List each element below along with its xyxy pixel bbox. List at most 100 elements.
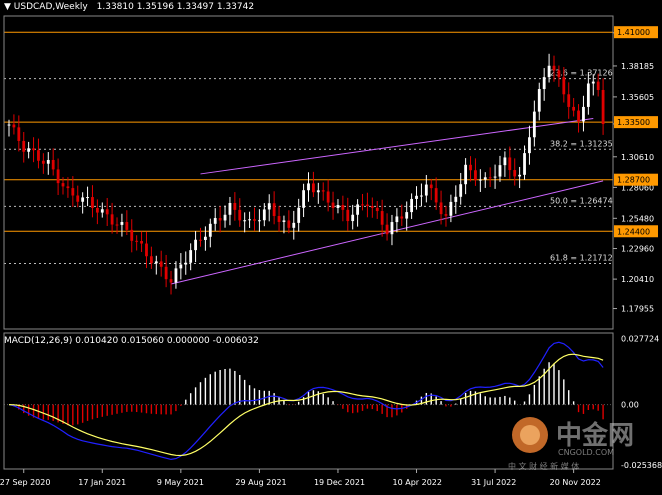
watermark-url: CNGOLD.COM xyxy=(558,448,615,457)
watermark-brand: 中金网 xyxy=(556,421,635,451)
candle-body xyxy=(434,188,438,203)
candle-body xyxy=(488,177,492,179)
candle-body xyxy=(32,148,35,151)
level-tag-label: 1.28700 xyxy=(617,176,650,185)
candle-body xyxy=(351,214,355,222)
candle-body xyxy=(7,124,11,126)
candle-body xyxy=(37,150,40,161)
candle-body xyxy=(424,184,428,196)
candle-body xyxy=(199,239,202,241)
chart-window[interactable]: { "header": { "arrow": "▼", "symbol": "U… xyxy=(0,0,662,495)
candle-body xyxy=(498,165,502,177)
candle-body xyxy=(601,89,605,125)
macd-y-tick-label: 0.00 xyxy=(621,401,639,410)
fib-label: 61.8 = 1.21712 xyxy=(550,253,613,262)
candle-body xyxy=(86,197,89,199)
candle-body xyxy=(474,170,477,181)
candle-body xyxy=(420,195,423,197)
candle-body xyxy=(292,222,296,228)
candle-body xyxy=(159,261,163,267)
candle-body xyxy=(125,222,129,230)
level-tag-label: 1.41000 xyxy=(617,28,650,37)
candle-body xyxy=(228,202,232,215)
candle-body xyxy=(120,222,124,225)
macd-y-tick-label: 0.027724 xyxy=(621,334,659,343)
candle-body xyxy=(287,220,291,228)
candle-body xyxy=(258,220,261,222)
y-tick-label: 1.30610 xyxy=(621,153,654,162)
candle-body xyxy=(95,207,99,213)
watermark-tagline: 中 文 财 经 新 媒 体 xyxy=(508,462,580,471)
candle-body xyxy=(395,216,399,223)
candle-body xyxy=(105,209,109,215)
candle-body xyxy=(513,170,517,177)
candle-body xyxy=(503,157,507,166)
candle-body xyxy=(17,127,21,141)
candle-body xyxy=(528,137,531,154)
candle-body xyxy=(169,279,173,283)
candle-body xyxy=(307,183,310,191)
candle-body xyxy=(346,209,350,222)
candle-body xyxy=(233,202,237,210)
candle-body xyxy=(542,77,546,90)
candle-body xyxy=(380,211,384,225)
candle-body xyxy=(145,243,148,257)
candle-body xyxy=(572,106,576,111)
candle-body xyxy=(115,224,119,226)
candle-body xyxy=(174,268,178,283)
candle-body xyxy=(336,205,340,209)
candle-body xyxy=(267,203,271,210)
level-tag-label: 1.24400 xyxy=(617,227,650,236)
dropdown-arrow-icon[interactable]: ▼ xyxy=(4,2,11,12)
x-tick-label: 10 Apr 2022 xyxy=(393,478,442,487)
candle-body xyxy=(582,106,585,122)
y-tick-label: 1.25480 xyxy=(621,214,654,223)
candle-body xyxy=(140,241,143,244)
candle-body xyxy=(184,262,188,265)
x-tick-label: 27 Sep 2020 xyxy=(0,478,50,487)
candle-body xyxy=(366,204,369,207)
candle-body xyxy=(429,184,433,189)
candle-body xyxy=(91,197,94,208)
candle-body xyxy=(46,159,50,164)
y-tick-label: 1.38185 xyxy=(621,62,654,71)
candle-body xyxy=(326,191,330,203)
x-tick-label: 31 Jul 2022 xyxy=(471,478,516,487)
ohlc-readout: 1.33810 1.35196 1.33497 1.33742 xyxy=(96,2,255,12)
candle-body xyxy=(356,204,359,215)
candle-body xyxy=(22,140,26,152)
candle-body xyxy=(262,209,266,221)
level-tag-label: 1.33500 xyxy=(617,118,650,127)
candle-body xyxy=(164,266,168,280)
candle-body xyxy=(51,159,55,170)
candle-body xyxy=(154,261,158,264)
candle-body xyxy=(41,160,45,164)
x-tick-label: 29 Aug 2021 xyxy=(235,478,286,487)
candle-body xyxy=(586,83,590,107)
symbol-label: USDCAD,Weekly xyxy=(13,2,88,12)
candle-body xyxy=(410,198,414,213)
y-tick-label: 1.35605 xyxy=(621,93,654,102)
candle-body xyxy=(341,205,345,210)
watermark-logo: 中金网 CNGOLD.COM 中 文 财 经 新 媒 体 xyxy=(506,415,656,473)
candle-body xyxy=(272,203,276,217)
candle-body xyxy=(312,183,315,193)
candle-body xyxy=(557,70,561,78)
candle-body xyxy=(518,174,522,177)
candle-body xyxy=(454,196,458,202)
x-tick-label: 19 Dec 2021 xyxy=(314,478,365,487)
candle-body xyxy=(56,169,60,184)
candle-body xyxy=(562,77,566,95)
candle-body xyxy=(66,186,70,189)
candle-body xyxy=(12,124,16,128)
chart-header: ▼ USDCAD,Weekly 1.33810 1.35196 1.33497 … xyxy=(4,2,254,12)
candle-body xyxy=(483,177,487,180)
candle-body xyxy=(81,197,85,202)
y-tick-label: 1.17955 xyxy=(621,305,654,314)
candle-body xyxy=(449,201,453,216)
candle-body xyxy=(208,223,212,237)
candle-body xyxy=(149,256,153,264)
candle-body xyxy=(361,204,364,206)
candle-body xyxy=(238,209,242,221)
candle-body xyxy=(459,184,463,197)
